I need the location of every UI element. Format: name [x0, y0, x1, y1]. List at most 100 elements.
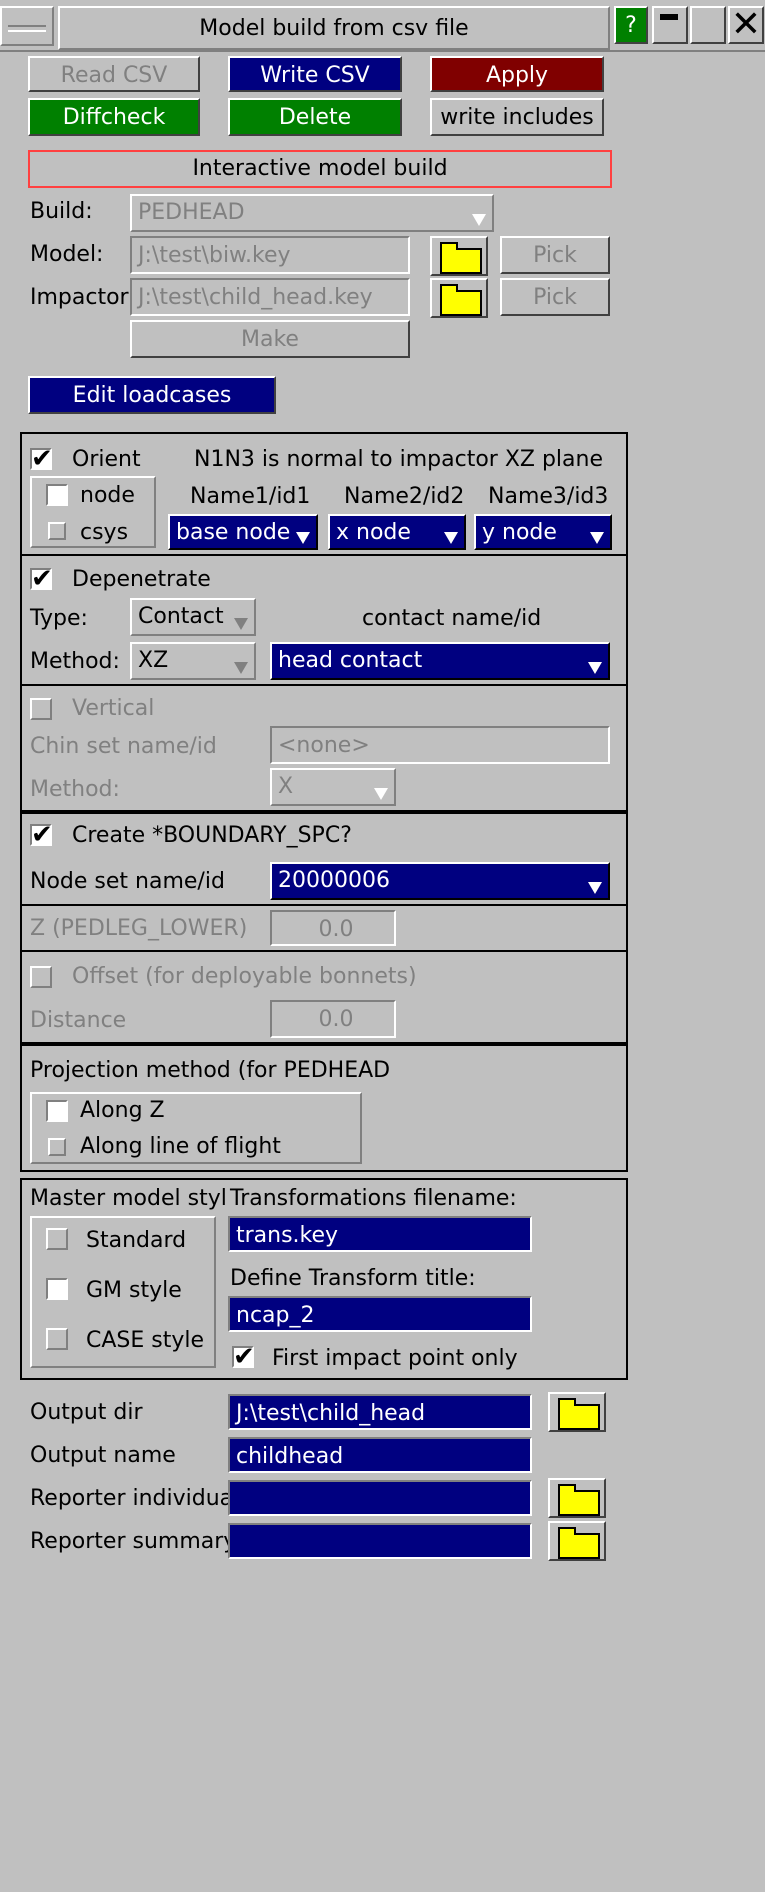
output-name-label: Output name: [30, 1443, 176, 1468]
first-impact-label: First impact point only: [272, 1346, 518, 1371]
delete-button[interactable]: Delete: [228, 98, 402, 136]
impactor-folder-button[interactable]: [430, 278, 488, 318]
boundary-checkbox[interactable]: [30, 820, 53, 850]
output-dir-folder-button[interactable]: [548, 1392, 606, 1432]
chevron-down-icon: [444, 532, 458, 544]
minimize-button[interactable]: [652, 6, 688, 44]
vertical-method-label: Method:: [30, 777, 120, 802]
method-value: XZ: [138, 648, 169, 673]
model-field[interactable]: J:\test\biw.key: [130, 236, 410, 274]
trans-label: Transformations filename:: [230, 1186, 517, 1211]
interactive-header: Interactive model build: [28, 150, 612, 188]
chin-field[interactable]: <none>: [270, 726, 610, 764]
write-includes-button[interactable]: write includes: [430, 98, 604, 136]
chevron-down-icon: [374, 788, 388, 800]
along-flight-radio[interactable]: [48, 1138, 66, 1156]
along-z-label: Along Z: [80, 1098, 165, 1123]
name3-header: Name3/id3: [488, 484, 609, 509]
name1-value: base node: [176, 520, 291, 545]
orient-checkbox[interactable]: [30, 444, 53, 474]
depenetrate-checkbox[interactable]: [30, 564, 53, 594]
orient-label: Orient: [72, 447, 141, 472]
contact-value: head contact: [278, 648, 423, 673]
node-radio[interactable]: [46, 484, 68, 506]
edit-loadcases-button[interactable]: Edit loadcases: [28, 376, 276, 414]
method-dropdown[interactable]: XZ: [130, 642, 256, 680]
method-label: Method:: [30, 649, 120, 674]
type-dropdown[interactable]: Contact: [130, 598, 256, 636]
distance-label: Distance: [30, 1008, 127, 1033]
chevron-down-icon: [234, 618, 248, 630]
reporter-summary-field[interactable]: [228, 1523, 532, 1559]
reporter-individual-field[interactable]: [228, 1480, 532, 1516]
close-button[interactable]: ✕: [728, 6, 764, 44]
title-area[interactable]: Model build from csv file: [58, 6, 610, 50]
help-button[interactable]: ?: [614, 6, 648, 44]
name3-dropdown[interactable]: y node: [474, 514, 612, 550]
build-value: PEDHEAD: [138, 200, 245, 225]
trans-field[interactable]: trans.key: [228, 1216, 532, 1252]
pedleg-field[interactable]: 0.0: [270, 910, 396, 946]
build-dropdown[interactable]: PEDHEAD: [130, 194, 494, 232]
name1-dropdown[interactable]: base node: [168, 514, 318, 550]
case-style-label: CASE style: [86, 1328, 205, 1353]
csys-label: csys: [80, 520, 129, 545]
write-csv-button[interactable]: Write CSV: [228, 56, 402, 92]
depenetrate-label: Depenetrate: [72, 567, 211, 592]
title-field[interactable]: ncap_2: [228, 1296, 532, 1332]
title-bar: Model build from csv file ? ✕: [0, 0, 765, 52]
vertical-method-value: X: [278, 774, 294, 799]
make-button[interactable]: Make: [130, 320, 410, 358]
along-z-radio[interactable]: [46, 1100, 68, 1122]
model-label: Model:: [30, 242, 104, 267]
first-impact-checkbox[interactable]: [232, 1342, 255, 1372]
model-pick-button[interactable]: Pick: [500, 236, 610, 274]
chin-label: Chin set name/id: [30, 734, 217, 759]
reporter-summary-label: Reporter summary: [30, 1529, 237, 1554]
node-set-label: Node set name/id: [30, 869, 225, 894]
chevron-down-icon: [472, 214, 486, 226]
type-label: Type:: [30, 606, 88, 631]
chevron-down-icon: [234, 662, 248, 674]
orient-note: N1N3 is normal to impactor XZ plane: [194, 447, 604, 472]
distance-field[interactable]: 0.0: [270, 1000, 396, 1038]
system-menu-button[interactable]: [0, 6, 54, 46]
offset-checkbox[interactable]: [30, 966, 52, 988]
name2-dropdown[interactable]: x node: [328, 514, 466, 550]
folder-icon: [440, 284, 482, 316]
vertical-checkbox[interactable]: [30, 698, 52, 720]
impactor-pick-button[interactable]: Pick: [500, 278, 610, 316]
impactor-field[interactable]: J:\test\child_head.key: [130, 278, 410, 316]
csys-radio[interactable]: [48, 522, 66, 540]
folder-icon: [558, 1527, 600, 1559]
reporter-individual-folder-button[interactable]: [548, 1478, 606, 1518]
name2-header: Name2/id2: [344, 484, 465, 509]
node-label: node: [80, 483, 135, 508]
reporter-individual-label: Reporter individual: [30, 1486, 240, 1511]
vertical-method-dropdown[interactable]: X: [270, 768, 396, 806]
folder-icon: [558, 1398, 600, 1430]
gm-style-radio[interactable]: [46, 1278, 68, 1300]
pedleg-label: Z (PEDLEG_LOWER): [30, 916, 248, 941]
window-title: Model build from csv file: [199, 16, 469, 41]
name3-value: y node: [482, 520, 557, 545]
reporter-summary-folder-button[interactable]: [548, 1521, 606, 1561]
apply-button[interactable]: Apply: [430, 56, 604, 92]
output-name-field[interactable]: childhead: [228, 1437, 532, 1473]
impactor-label: Impactor:: [30, 285, 136, 310]
chevron-down-icon: [588, 662, 602, 674]
maximize-button[interactable]: [690, 6, 726, 44]
contact-dropdown[interactable]: head contact: [270, 642, 610, 680]
node-set-dropdown[interactable]: 20000006: [270, 862, 610, 900]
model-folder-button[interactable]: [430, 236, 488, 276]
output-dir-label: Output dir: [30, 1400, 143, 1425]
offset-label: Offset (for deployable bonnets): [72, 964, 417, 989]
title-label: Define Transform title:: [230, 1266, 476, 1291]
folder-icon: [440, 242, 482, 274]
case-style-radio[interactable]: [46, 1328, 68, 1350]
diffcheck-button[interactable]: Diffcheck: [28, 98, 200, 136]
standard-radio[interactable]: [46, 1228, 68, 1250]
read-csv-button[interactable]: Read CSV: [28, 56, 200, 92]
chevron-down-icon: [590, 532, 604, 544]
output-dir-field[interactable]: J:\test\child_head: [228, 1394, 532, 1430]
